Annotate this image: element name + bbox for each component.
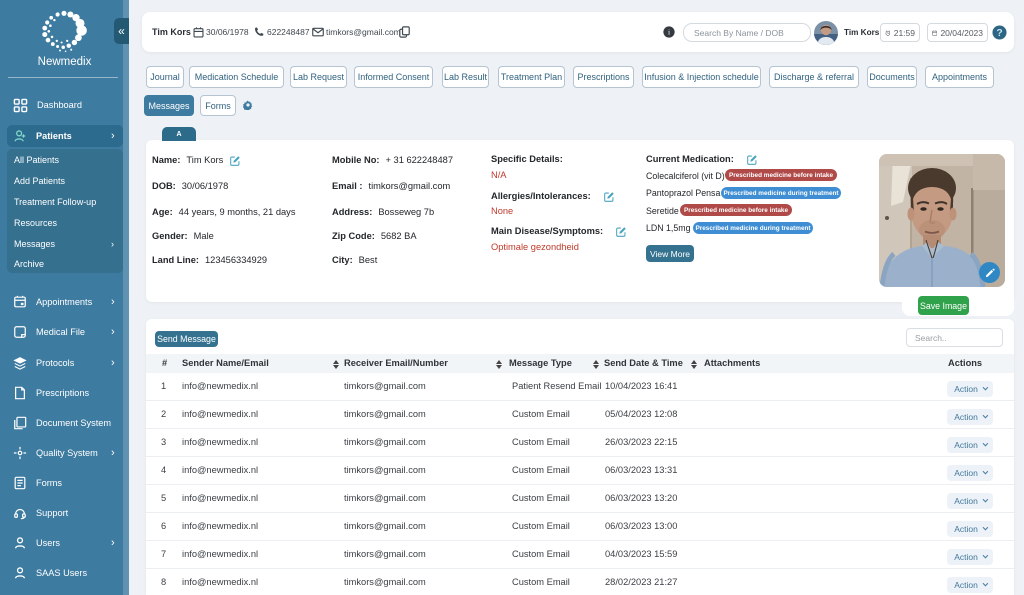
svg-text:i: i: [668, 28, 670, 37]
svg-text:?: ?: [996, 28, 1002, 39]
